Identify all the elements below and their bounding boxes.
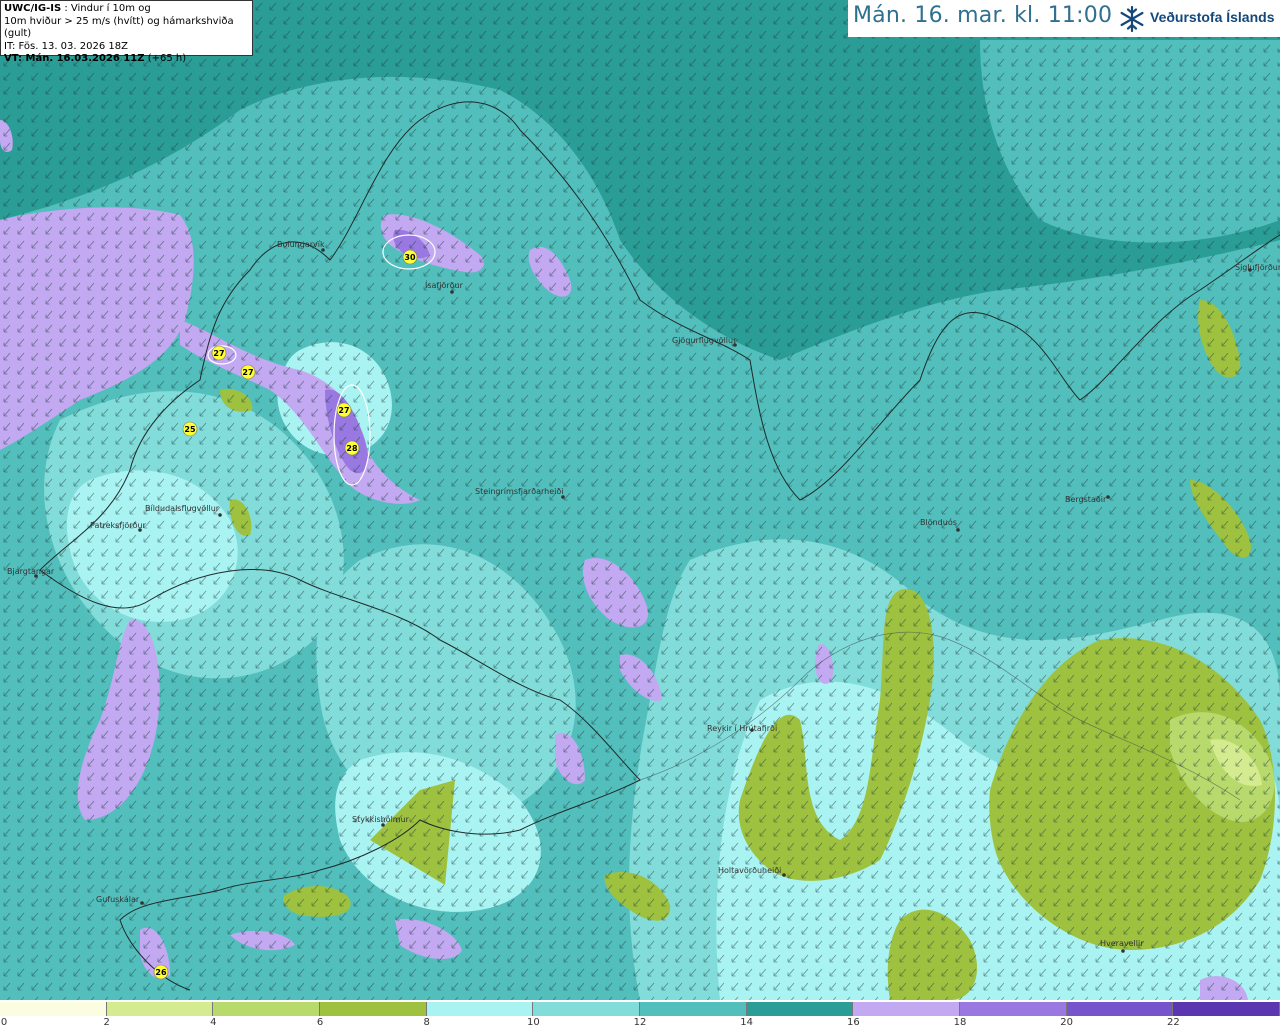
info-line-4: VT: Mán. 16.03.2026 11Z (+65 h)	[4, 53, 249, 66]
svg-text:Holtavörðuheiði: Holtavörðuheiði	[718, 866, 781, 875]
svg-text:27: 27	[242, 368, 253, 377]
gust-marker: 27	[240, 364, 256, 380]
svg-text:Bjargtangar: Bjargtangar	[7, 567, 55, 576]
svg-text:25: 25	[184, 425, 196, 434]
legend-swatch	[426, 1002, 534, 1016]
info-text: : Vindur í 10m og	[64, 3, 151, 14]
svg-text:Patreksfjörður: Patreksfjörður	[90, 521, 147, 530]
legend-swatch	[746, 1002, 854, 1016]
svg-text:26: 26	[155, 968, 167, 977]
legend-label: 14	[740, 1017, 754, 1028]
legend-label: 8	[423, 1017, 430, 1028]
svg-text:Bergstaðir: Bergstaðir	[1065, 495, 1107, 504]
forecast-date-time: Mán. 16. mar. kl. 11:00	[853, 3, 1113, 28]
legend-label: 2	[103, 1017, 110, 1028]
svg-text:Ísafjörður: Ísafjörður	[425, 279, 464, 290]
legend-label: 18	[953, 1017, 967, 1028]
legend-swatches	[0, 1002, 1280, 1016]
product-info-box: UWC/IG-IS : Vindur í 10m og 10m hviður >…	[0, 0, 253, 64]
svg-text:Siglufjörður: Siglufjörður	[1235, 263, 1280, 272]
gust-marker: 28	[344, 440, 360, 456]
gust-marker: 26	[153, 964, 169, 980]
legend-swatch	[853, 1002, 961, 1016]
info-line-3: IT: Fös. 13. 03. 2026 18Z	[4, 40, 128, 52]
svg-text:30: 30	[404, 253, 416, 262]
logo-text: Veðurstofa Íslands	[1150, 9, 1275, 25]
gust-marker: 25	[182, 421, 198, 437]
info-line-1: UWC/IG-IS : Vindur í 10m og	[4, 3, 249, 16]
legend-label: 6	[316, 1017, 324, 1028]
valid-time: VT: Mán. 16.03.2026 11Z	[4, 53, 145, 64]
svg-text:Gufuskálar: Gufuskálar	[96, 895, 140, 904]
svg-text:Bolungarvík: Bolungarvík	[277, 240, 325, 249]
place-label: Reykir í Hrútafirði	[707, 724, 777, 733]
product-code: UWC/IG-IS	[4, 3, 62, 14]
gust-marker: 27	[336, 402, 352, 418]
gust-marker: 27	[211, 345, 227, 361]
svg-text:Reykir í Hrútafirði: Reykir í Hrútafirði	[707, 724, 777, 733]
legend-swatch	[640, 1002, 747, 1016]
svg-text:28: 28	[346, 444, 358, 453]
legend-label: 0	[0, 1017, 8, 1028]
lead-time: (+65 h)	[147, 53, 187, 64]
forecast-time-header: Mán. 16. mar. kl. 11:00 Veðurstofa Íslan…	[848, 0, 1280, 37]
info-line-2: 10m hviður > 25 m/s (hvítt) og hámarkshv…	[4, 15, 234, 40]
legend-labels: 0 2 4 6 8 10 12 14 16 18 20 22	[0, 1016, 1280, 1030]
legend-label: 12	[633, 1017, 647, 1028]
svg-text:27: 27	[213, 349, 224, 358]
legend-swatch	[213, 1002, 321, 1016]
legend-swatch	[1173, 1002, 1280, 1016]
legend-label: 16	[846, 1017, 860, 1028]
weather-map[interactable]: 30 27 27 27 28 25 26 Bolungarvík Ísafjör…	[0, 0, 1280, 1000]
place-label: Bergstaðir	[1065, 495, 1110, 504]
color-legend: 0 2 4 6 8 10 12 14 16 18 20 22	[0, 1000, 1280, 1030]
legend-swatch	[0, 1002, 107, 1016]
svg-text:Steingrímsfjarðarheiði: Steingrímsfjarðarheiði	[475, 487, 564, 496]
svg-text:27: 27	[338, 406, 349, 415]
legend-label: 4	[210, 1017, 217, 1028]
svg-text:Gjögurflugvöllur: Gjögurflugvöllur	[672, 336, 737, 345]
legend-label: 22	[1166, 1017, 1180, 1028]
legend-swatch	[1066, 1002, 1174, 1016]
svg-text:Bíldudalsflugvöllur: Bíldudalsflugvöllur	[145, 504, 220, 513]
legend-label: 10	[526, 1017, 540, 1028]
svg-text:Hveravellir: Hveravellir	[1100, 939, 1144, 948]
legend-swatch	[960, 1002, 1067, 1016]
snowflake-icon	[1120, 5, 1144, 33]
legend-label: 20	[1060, 1017, 1074, 1028]
gust-marker: 30	[402, 249, 418, 265]
legend-swatch	[320, 1002, 427, 1016]
svg-text:Blönduós: Blönduós	[920, 517, 957, 527]
legend-swatch	[106, 1002, 214, 1016]
place-label: Siglufjörður	[1235, 263, 1280, 272]
svg-text:Stykkishólmur: Stykkishólmur	[352, 814, 410, 824]
legend-swatch	[533, 1002, 641, 1016]
place-label: Gufuskálar	[96, 895, 144, 905]
